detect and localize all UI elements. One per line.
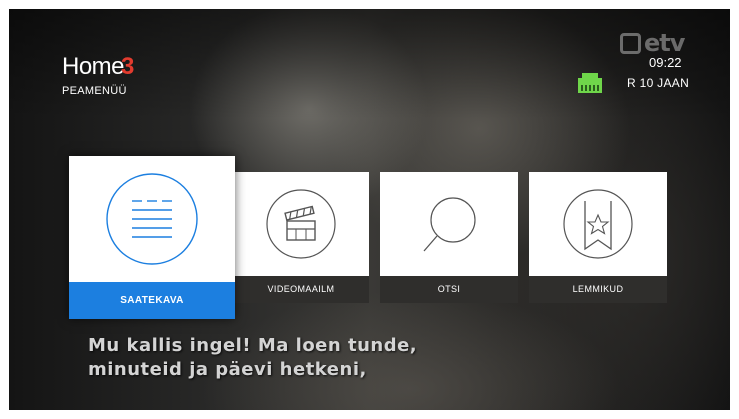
tile-label: OTSI — [380, 276, 518, 303]
channel-logo: etv — [620, 29, 685, 57]
bookmark-star-icon — [563, 189, 633, 259]
tile-label: LEMMIKUD — [529, 276, 667, 303]
clock-time: 09:22 — [649, 55, 682, 70]
brand: Home3 PEAMENÜÜ — [62, 53, 134, 97]
tile-label: VIDEOMAAILM — [233, 276, 369, 303]
tv-screen: Home3 PEAMENÜÜ etv 09:22 R 10 JAAN VIDEO… — [9, 9, 730, 410]
subtitle-line-2: minuteid ja päevi hetkeni, — [88, 359, 367, 380]
menu-tile-lemmikud[interactable]: LEMMIKUD — [529, 172, 667, 303]
ethernet-port-icon — [578, 73, 602, 93]
menu-tile-otsi[interactable]: OTSI — [380, 172, 518, 303]
clapperboard-icon — [266, 189, 336, 259]
subtitle-line-1: Mu kallis ingel! Ma loen tunde, — [88, 335, 418, 356]
channel-logo-text: etv — [644, 29, 685, 57]
page-title: PEAMENÜÜ — [62, 85, 127, 97]
menu-tile-saatekava[interactable]: SAATEKAVA — [69, 156, 235, 319]
list-icon — [106, 173, 198, 265]
clock-date: R 10 JAAN — [627, 76, 690, 90]
channel-logo-mark — [620, 33, 641, 54]
menu-tile-videomaailm[interactable]: VIDEOMAAILM — [233, 172, 369, 303]
brand-name: Home — [62, 53, 125, 80]
brand-accent: 3 — [121, 53, 135, 80]
search-icon — [423, 197, 476, 252]
tile-label: SAATEKAVA — [69, 282, 235, 319]
